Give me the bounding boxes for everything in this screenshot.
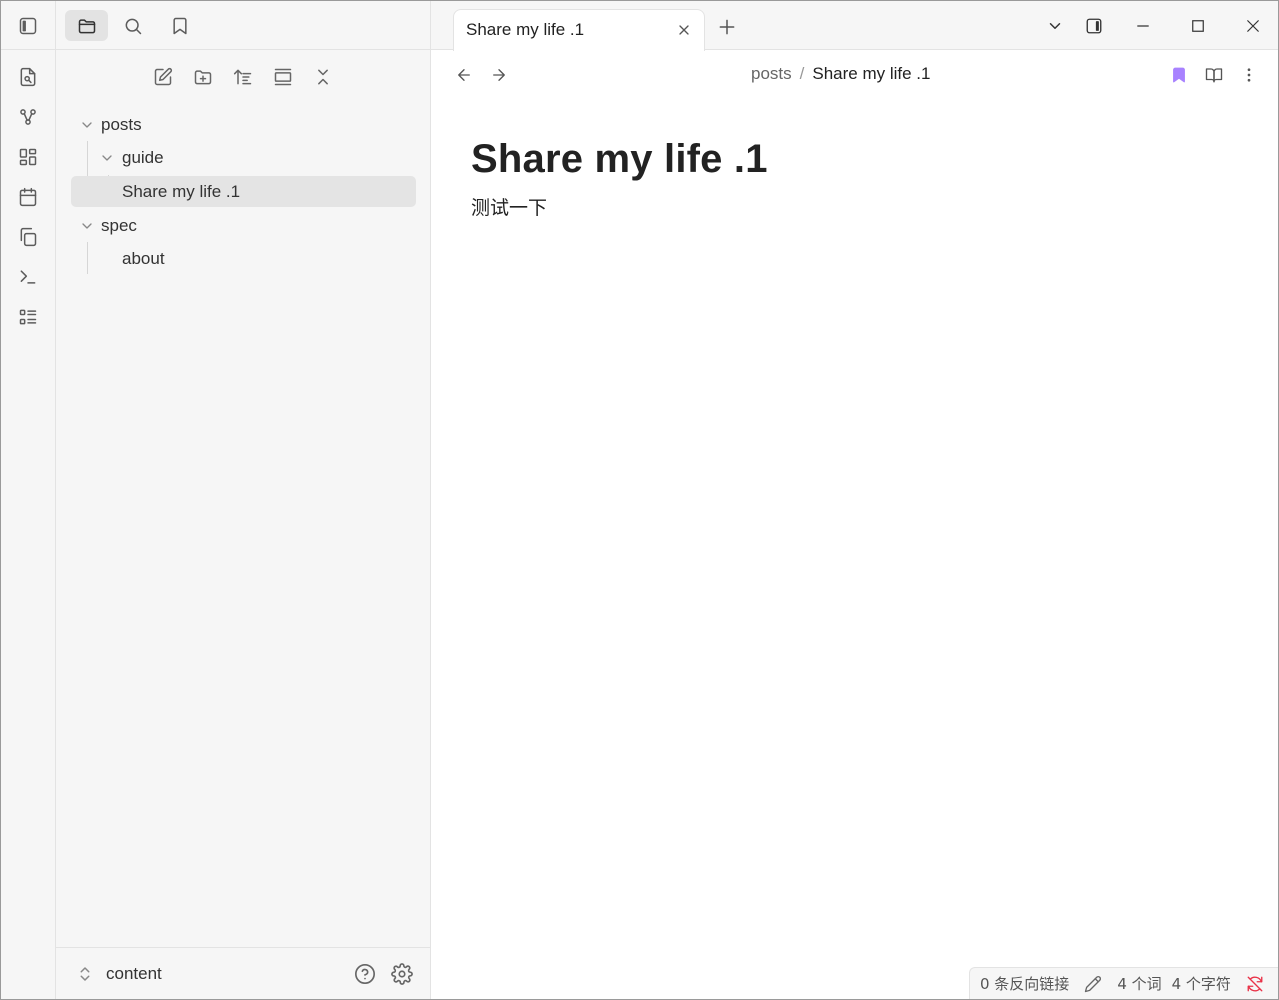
- search-tab-search-icon[interactable]: [111, 10, 154, 41]
- sync-status-icon[interactable]: [1245, 974, 1265, 994]
- sidebar-right-toggle-icon[interactable]: [1081, 13, 1107, 39]
- sidebar-left-toggle-icon[interactable]: [14, 12, 42, 40]
- chevron-up-down-icon: [76, 965, 94, 983]
- sidebar-tab-header: [56, 1, 430, 50]
- vault-profile-bar: content: [56, 947, 430, 999]
- calendar-icon[interactable]: [14, 183, 42, 211]
- bookmarks-tab-bookmark-icon[interactable]: [158, 10, 201, 41]
- tree-folder-posts[interactable]: posts: [71, 109, 416, 140]
- pencil-icon: [1083, 974, 1103, 994]
- canvas-icon[interactable]: [14, 143, 42, 171]
- breadcrumb: posts / Share my life .1: [751, 64, 930, 84]
- templates-icon[interactable]: [14, 223, 42, 251]
- command-palette-icon[interactable]: [14, 263, 42, 291]
- tab-bar: Share my life .1: [431, 1, 1278, 51]
- document-title[interactable]: Share my life .1: [471, 133, 768, 185]
- new-folder-icon[interactable]: [189, 63, 217, 91]
- maximize-icon[interactable]: [1185, 13, 1211, 39]
- settings-gear-icon[interactable]: [389, 961, 415, 987]
- char-count: 4 个字符: [1171, 975, 1231, 993]
- app-window: posts guide Share my life .1 spec about …: [0, 0, 1279, 1000]
- tree-file-about[interactable]: about: [71, 243, 416, 274]
- tab-title: Share my life .1: [466, 20, 585, 39]
- collapse-all-icon[interactable]: [309, 63, 337, 91]
- tree-item-label: about: [122, 248, 165, 268]
- sort-icon[interactable]: [229, 63, 257, 91]
- tree-item-label: spec: [101, 215, 137, 235]
- tree-folder-spec[interactable]: spec: [71, 210, 416, 241]
- ribbon: [1, 1, 56, 999]
- tree-item-label: guide: [122, 147, 164, 167]
- tree-item-label: posts: [101, 114, 142, 134]
- help-icon[interactable]: [352, 961, 378, 987]
- file-explorer-toolbar: [56, 63, 430, 91]
- tree-folder-guide[interactable]: guide: [71, 142, 416, 173]
- vault-switcher[interactable]: content: [76, 961, 162, 987]
- status-bar: 0 条反向链接 4 个词 4 个字符: [969, 967, 1278, 999]
- vault-name: content: [106, 964, 162, 983]
- edit-mode-pencil-icon[interactable]: [1083, 974, 1103, 994]
- chevron-down-icon: [79, 218, 95, 234]
- chevron-down-icon: [99, 150, 115, 166]
- window-close-icon[interactable]: [1240, 13, 1266, 39]
- breadcrumb-parent[interactable]: posts: [751, 64, 792, 84]
- reading-view-book-icon[interactable]: [1201, 62, 1227, 88]
- breadcrumb-separator: /: [799, 64, 805, 83]
- auto-reveal-icon[interactable]: [269, 63, 297, 91]
- outline-list-icon[interactable]: [14, 303, 42, 331]
- main-workspace: Share my life .1 posts / Share my life .…: [431, 1, 1278, 999]
- forward-arrow-icon[interactable]: [486, 62, 512, 88]
- tab-list-chevron-down-icon[interactable]: [1042, 13, 1068, 39]
- word-count: 4 个词: [1117, 975, 1162, 993]
- backlinks-count[interactable]: 0 条反向链接: [980, 973, 1069, 994]
- bookmark-filled-icon[interactable]: [1166, 62, 1192, 88]
- more-options-icon[interactable]: [1236, 62, 1262, 88]
- chevron-down-icon: [79, 117, 95, 133]
- file-search-icon[interactable]: [14, 63, 42, 91]
- tree-file-share-my-life[interactable]: Share my life .1: [71, 176, 416, 207]
- tree-item-label: Share my life .1: [122, 181, 241, 201]
- ribbon-top: [1, 1, 56, 50]
- new-tab-plus-icon[interactable]: [716, 16, 738, 38]
- close-tab-icon[interactable]: [674, 20, 694, 40]
- view-header: posts / Share my life .1: [431, 50, 1278, 100]
- minimize-icon[interactable]: [1130, 13, 1156, 39]
- document-content[interactable]: Share my life .1 测试一下: [471, 133, 768, 220]
- graph-icon[interactable]: [14, 103, 42, 131]
- breadcrumb-current[interactable]: Share my life .1: [812, 64, 930, 84]
- files-tab-folder-icon[interactable]: [65, 10, 108, 41]
- left-sidebar: posts guide Share my life .1 spec about …: [56, 1, 431, 999]
- new-note-icon[interactable]: [149, 63, 177, 91]
- document-body[interactable]: 测试一下: [471, 193, 768, 220]
- sync-off-icon: [1245, 974, 1265, 994]
- back-arrow-icon[interactable]: [451, 62, 477, 88]
- tab-share-my-life[interactable]: Share my life .1: [453, 9, 705, 51]
